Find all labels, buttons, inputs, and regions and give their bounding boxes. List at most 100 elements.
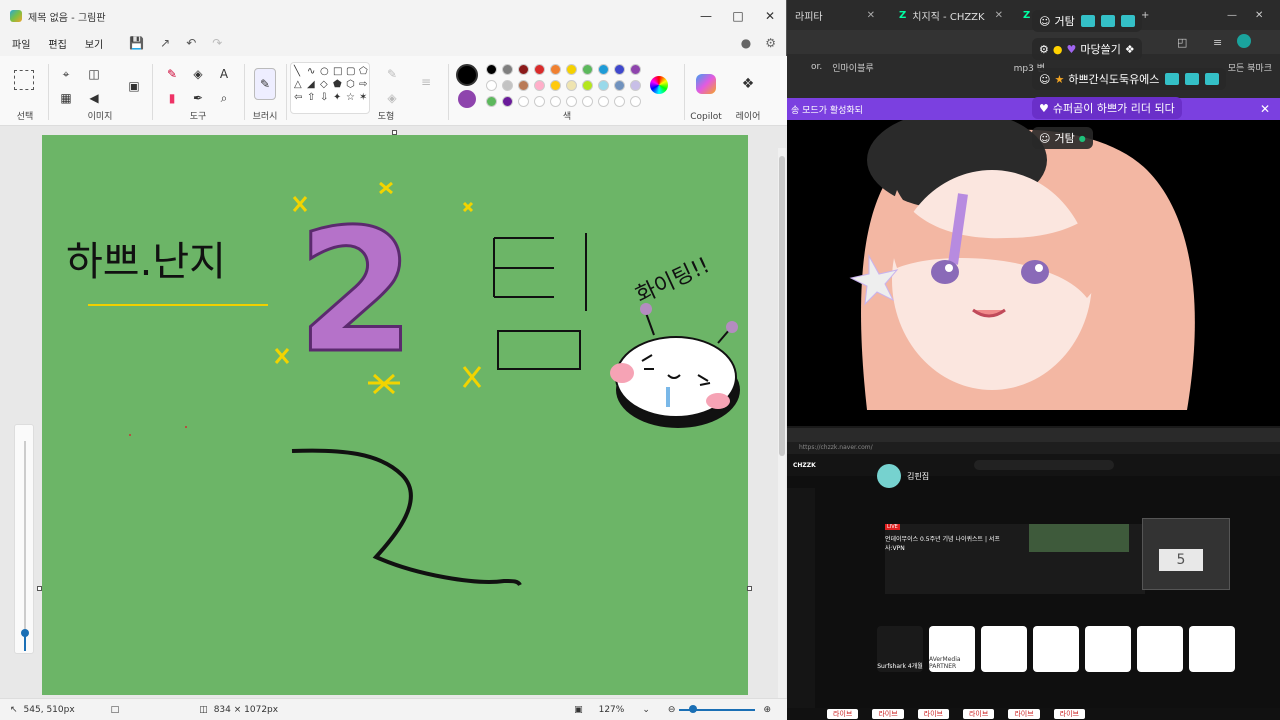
close-icon[interactable]: ✕	[1260, 102, 1270, 116]
palette-swatch[interactable]	[550, 80, 561, 91]
edit-colors-icon[interactable]	[650, 76, 668, 94]
live-tag[interactable]: 라이브	[917, 709, 949, 719]
palette-swatch[interactable]	[614, 64, 625, 75]
arrow-left-icon[interactable]: ⇦	[294, 92, 307, 105]
polygon-icon[interactable]: ⬠	[359, 66, 372, 79]
side-zoom-slider[interactable]	[14, 424, 34, 654]
palette-swatch[interactable]	[598, 96, 609, 107]
account-icon[interactable]: ●	[741, 36, 751, 50]
close-icon[interactable]: ✕	[1255, 10, 1263, 21]
menu-edit[interactable]: 편집	[48, 36, 66, 51]
zoom-slider[interactable]	[679, 704, 756, 713]
stream-video[interactable]	[787, 120, 1280, 426]
sponsor-tile[interactable]	[1085, 626, 1131, 672]
palette-swatch[interactable]	[502, 96, 513, 107]
arrow-right-icon[interactable]: ⇨	[359, 79, 372, 92]
palette-swatch[interactable]	[566, 80, 577, 91]
share-icon[interactable]: ↗	[160, 36, 170, 50]
resize-handle[interactable]	[747, 586, 752, 591]
minimize-icon[interactable]: —	[1227, 10, 1237, 21]
zoom-in-icon[interactable]: ⊕	[763, 705, 771, 715]
rounded-rect-icon[interactable]: ▢	[346, 66, 359, 79]
color2-swatch[interactable]	[458, 90, 476, 108]
vertical-scrollbar[interactable]	[778, 148, 786, 698]
palette-swatch[interactable]	[630, 80, 641, 91]
oval-icon[interactable]: ○	[320, 66, 333, 79]
sponsor-tile[interactable]	[1137, 626, 1183, 672]
resize-handle[interactable]	[392, 130, 397, 135]
palette-swatch[interactable]	[534, 80, 545, 91]
shapes-gallery[interactable]: ╲ ∿ ○ □ ▢ ⬠ △ ◢ ◇ ⬟ ⬡ ⇨ ⇦ ⇧ ⇩ ✦ ☆ ✶	[290, 62, 370, 114]
triangle-icon[interactable]: △	[294, 79, 307, 92]
bookmark-item[interactable]: 인마이블루	[832, 61, 873, 74]
pentagon-icon[interactable]: ⬟	[333, 79, 346, 92]
all-bookmarks[interactable]: 모든 북마크	[1228, 61, 1272, 74]
rotate-icon[interactable]: ◀	[86, 90, 102, 106]
star-four-icon[interactable]: ✦	[333, 92, 346, 105]
palette-swatch[interactable]	[550, 96, 561, 107]
palette-swatch[interactable]	[582, 96, 593, 107]
line-icon[interactable]: ╲	[294, 66, 307, 79]
outline-icon[interactable]: ✎	[384, 66, 400, 82]
palette-swatch[interactable]	[614, 96, 625, 107]
live-tag[interactable]: 라이브	[1008, 709, 1040, 719]
redo-icon[interactable]: ↷	[212, 36, 222, 50]
settings-icon[interactable]: ⚙	[765, 36, 776, 50]
size-icon[interactable]: ≡	[416, 74, 436, 90]
palette-swatch[interactable]	[550, 64, 561, 75]
copilot-icon[interactable]	[696, 74, 716, 94]
color-picker-icon[interactable]: ✒	[190, 90, 206, 106]
select-icon[interactable]	[14, 70, 34, 90]
arrow-up-icon[interactable]: ⇧	[307, 92, 320, 105]
lower-search[interactable]	[973, 460, 1114, 470]
star-five-icon[interactable]: ☆	[346, 92, 359, 105]
slider-thumb[interactable]	[21, 629, 29, 637]
grid-icon[interactable]: ▦	[58, 90, 74, 106]
live-tag[interactable]: 라이브	[962, 709, 995, 719]
fit-icon[interactable]: ▣	[574, 705, 583, 715]
palette-swatch[interactable]	[598, 80, 609, 91]
bookmark-item[interactable]: or.	[811, 62, 822, 72]
extensions-icon[interactable]: ◰	[1177, 36, 1187, 49]
palette-swatch[interactable]	[614, 80, 625, 91]
palette-swatch[interactable]	[598, 64, 609, 75]
live-tag[interactable]: 라이브	[872, 709, 904, 719]
hexagon-icon[interactable]: ⬡	[346, 79, 359, 92]
live-tag[interactable]: 라이브	[1053, 709, 1085, 719]
queue-icon[interactable]: ≡	[1213, 36, 1222, 49]
resize-icon[interactable]: ◫	[86, 66, 102, 82]
sponsor-tile[interactable]: Surfshark 4개월	[877, 626, 923, 672]
sponsor-tile[interactable]	[1033, 626, 1079, 672]
brush-icon[interactable]: ✎	[254, 68, 276, 100]
sponsor-tile[interactable]	[981, 626, 1027, 672]
save-icon[interactable]: 💾	[129, 36, 144, 50]
fill-icon[interactable]: ◈	[190, 66, 206, 82]
rectangle-icon[interactable]: □	[333, 66, 346, 79]
color1-swatch[interactable]	[456, 64, 478, 86]
palette-swatch[interactable]	[566, 64, 577, 75]
close-tab-icon[interactable]: ✕	[995, 10, 1003, 21]
palette-swatch[interactable]	[518, 64, 529, 75]
palette-swatch[interactable]	[518, 80, 529, 91]
right-triangle-icon[interactable]: ◢	[307, 79, 320, 92]
text-icon[interactable]: A	[216, 66, 232, 82]
palette-swatch[interactable]	[582, 80, 593, 91]
palette-swatch[interactable]	[486, 80, 497, 91]
arrow-down-icon[interactable]: ⇩	[320, 92, 333, 105]
palette-swatch[interactable]	[486, 64, 497, 75]
sponsor-tile[interactable]	[1189, 626, 1235, 672]
magnifier-icon[interactable]: ⌕	[216, 90, 232, 106]
curve-icon[interactable]: ∿	[307, 66, 320, 79]
image-select-icon[interactable]: ▣	[124, 76, 144, 96]
shape-fill-icon[interactable]: ◈	[384, 90, 400, 106]
maximize-icon[interactable]: □	[722, 0, 754, 32]
palette-swatch[interactable]	[630, 64, 641, 75]
star-six-icon[interactable]: ✶	[359, 92, 372, 105]
palette-swatch[interactable]	[566, 96, 577, 107]
palette-swatch[interactable]	[502, 64, 513, 75]
close-tab-icon[interactable]: ✕	[867, 10, 875, 21]
tab-2[interactable]: Z 치지직 - CHZZK ✕	[891, 4, 1011, 26]
sponsor-tile[interactable]: AVerMedia PARTNER	[929, 626, 975, 672]
layers-icon[interactable]: ❖	[740, 76, 756, 92]
zoom-out-icon[interactable]: ⊖	[668, 705, 676, 715]
